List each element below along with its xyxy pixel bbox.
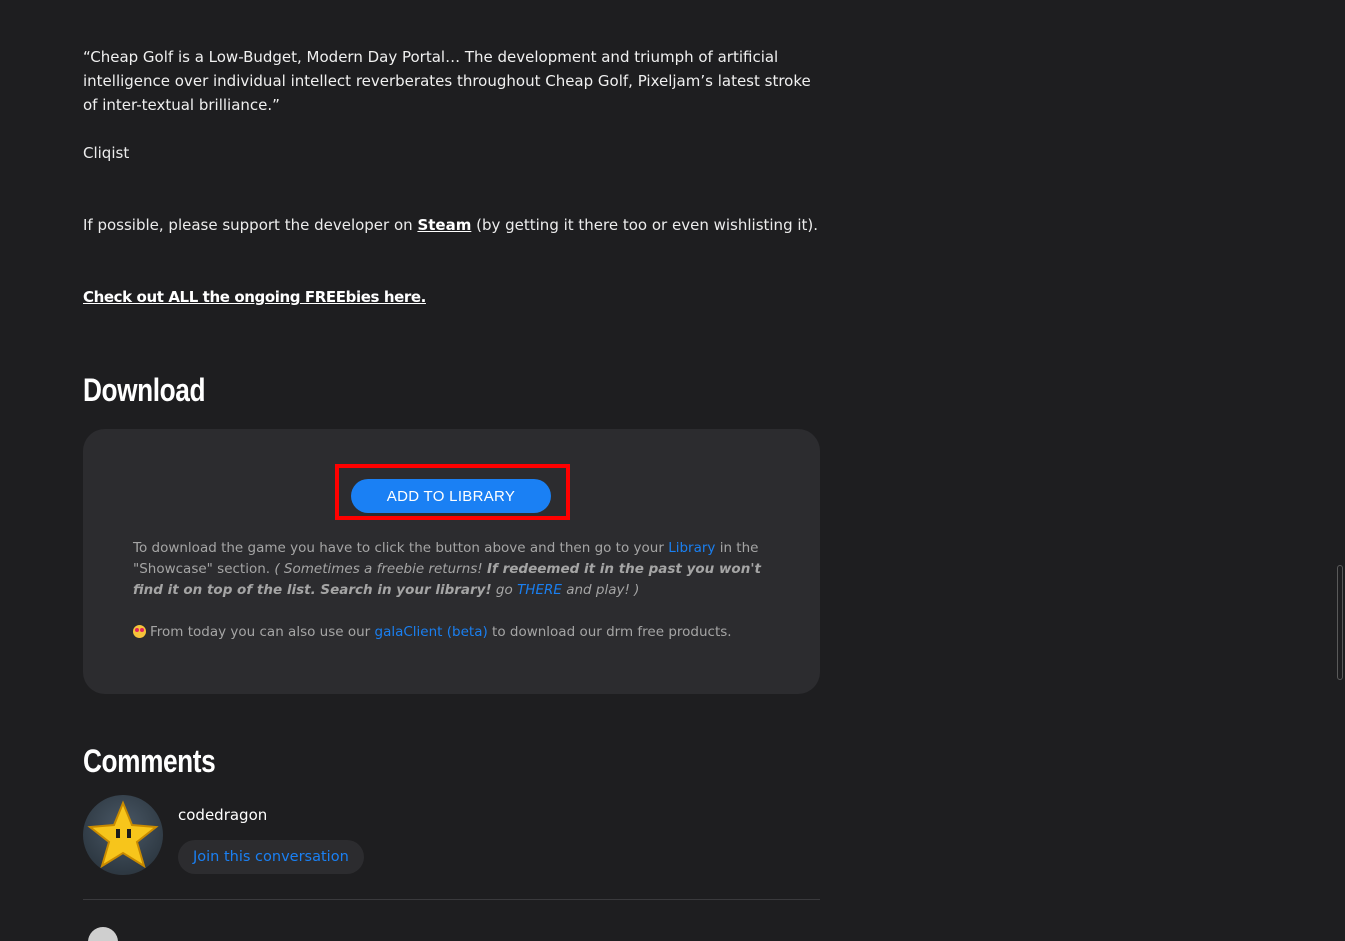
download-heading: Download xyxy=(83,372,206,408)
download-panel: ADD TO LIBRARY To download the game you … xyxy=(83,429,820,694)
freebies-paragraph: Check out ALL the ongoing FREEbies here. xyxy=(83,285,426,309)
commenter-avatar xyxy=(88,927,118,941)
gala-text-after: to download our drm free products. xyxy=(487,624,732,640)
comment-composer: codedragon Join this conversation xyxy=(83,795,820,875)
gala-client-note: From today you can also use our galaClie… xyxy=(133,622,732,643)
support-text-after: (by getting it there too or even wishlis… xyxy=(471,216,819,234)
review-quote: “Cheap Golf is a Low-Budget, Modern Day … xyxy=(83,48,811,114)
avatar xyxy=(83,795,163,875)
there-link[interactable]: THERE xyxy=(517,582,562,598)
instructions-part-1: To download the game you have to click t… xyxy=(133,540,669,556)
comments-heading: Comments xyxy=(83,743,216,779)
support-text: If possible, please support the develope… xyxy=(83,213,818,237)
comments-divider xyxy=(83,899,820,900)
gala-text-before: From today you can also use our xyxy=(150,624,375,640)
download-instructions: To download the game you have to click t… xyxy=(133,538,773,601)
note-italic: ( Sometimes a freebie returns! xyxy=(274,561,487,577)
steam-link[interactable]: Steam xyxy=(417,216,471,234)
page-scrollbar[interactable] xyxy=(1337,565,1343,680)
freebies-link[interactable]: Check out ALL the ongoing FREEbies here. xyxy=(83,288,426,306)
pixel-star-avatar-icon xyxy=(87,800,159,869)
page: “Cheap Golf is a Low-Budget, Modern Day … xyxy=(0,0,1345,941)
note-go: go xyxy=(491,582,518,598)
gala-client-link[interactable]: galaClient (beta) xyxy=(375,624,488,640)
support-text-before: If possible, please support the develope… xyxy=(83,216,418,234)
library-link[interactable]: Library xyxy=(668,540,715,556)
next-comment-partial xyxy=(83,925,820,941)
current-username: codedragon xyxy=(178,806,268,824)
quote-source: Cliqist xyxy=(83,144,130,162)
star-struck-emoji-icon xyxy=(133,625,146,638)
note-end: and play! ) xyxy=(561,582,640,598)
add-to-library-button[interactable]: ADD TO LIBRARY xyxy=(351,479,551,513)
join-conversation-button[interactable]: Join this conversation xyxy=(178,840,364,874)
